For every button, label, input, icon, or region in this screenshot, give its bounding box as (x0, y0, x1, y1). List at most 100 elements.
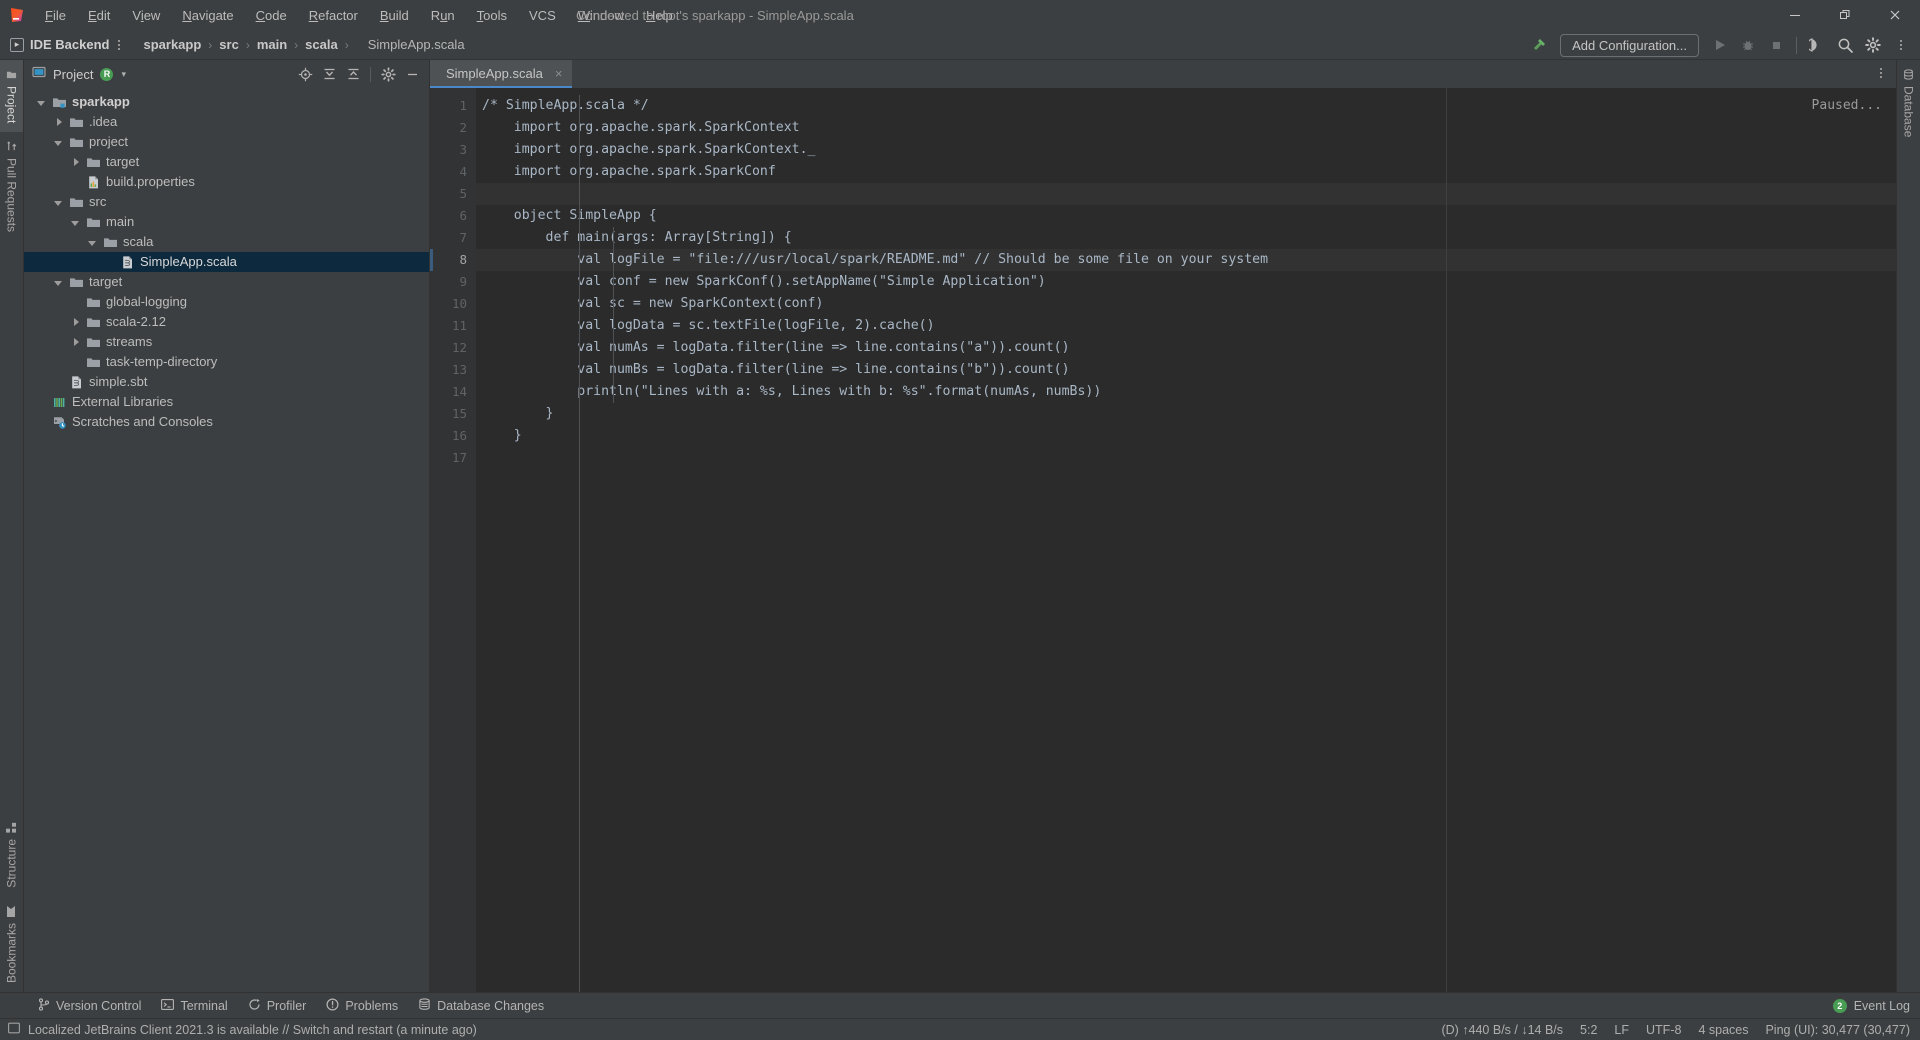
breadcrumb-item-main[interactable]: main (253, 35, 291, 54)
code-line[interactable]: import org.apache.spark.SparkContext._ (476, 139, 1896, 161)
tool-window-version-control[interactable]: Version Control (28, 995, 151, 1017)
code-line[interactable]: } (476, 425, 1896, 447)
chevron-down-icon[interactable] (66, 218, 84, 226)
editor-gutter[interactable]: 1 2 3 4 5 6 7 8 9 10 11 12 13 14 15 16 17 (430, 88, 476, 992)
editor-tab-simpleapp[interactable]: SimpleApp.scala × (430, 60, 573, 88)
menu-item-vcs[interactable]: VCS (518, 4, 567, 27)
chevron-down-icon[interactable] (49, 198, 67, 206)
tool-window-terminal[interactable]: Terminal (151, 995, 237, 1017)
settings-gear-icon[interactable] (1860, 32, 1886, 58)
caret-position-widget[interactable]: 5:2 (1580, 1023, 1597, 1037)
code-line[interactable] (476, 447, 1896, 469)
run-with-coverage-icon[interactable] (1804, 32, 1830, 58)
menu-item-code[interactable]: Code (245, 4, 298, 27)
tree-node-main[interactable]: main (24, 212, 429, 232)
menu-item-view[interactable]: View (121, 4, 171, 27)
stop-icon[interactable] (1763, 32, 1789, 58)
sidebar-item-bookmarks[interactable]: Bookmarks (0, 897, 23, 992)
code-line[interactable]: val logFile = "file:///usr/local/spark/R… (476, 249, 1896, 271)
chevron-down-icon[interactable] (83, 238, 101, 246)
code-line[interactable]: val conf = new SparkConf().setAppName("S… (476, 271, 1896, 293)
code-line[interactable] (476, 183, 1896, 205)
tree-node-idea[interactable]: .idea (24, 112, 429, 132)
tree-node-scala-2-12[interactable]: scala-2.12 (24, 312, 429, 332)
tree-node-build-properties[interactable]: build.properties (24, 172, 429, 192)
debug-icon[interactable] (1735, 32, 1761, 58)
tree-node-scala[interactable]: scala (24, 232, 429, 252)
tree-node-src[interactable]: src (24, 192, 429, 212)
sidebar-item-database[interactable]: Database (1898, 60, 1920, 146)
tree-node-scratches-and-consoles[interactable]: Scratches and Consoles (24, 412, 429, 432)
run-icon[interactable] (1707, 32, 1733, 58)
project-tree[interactable]: sparkapp .idea project target build.properti… (24, 88, 429, 992)
settings-gear-icon[interactable] (377, 63, 399, 85)
breadcrumb-item-src[interactable]: src (215, 35, 243, 54)
network-speed-widget[interactable]: (D) ↑440 B/s / ↓14 B/s (1441, 1023, 1563, 1037)
minimize-button[interactable] (1770, 0, 1820, 30)
menu-item-navigate[interactable]: Navigate (171, 4, 244, 27)
expand-all-icon[interactable] (318, 63, 340, 85)
tool-window-database-changes[interactable]: Database Changes (408, 995, 554, 1017)
locate-target-icon[interactable] (294, 63, 316, 85)
code-line[interactable]: } (476, 403, 1896, 425)
collapse-all-icon[interactable] (342, 63, 364, 85)
close-button[interactable] (1870, 0, 1920, 30)
chevron-down-icon[interactable] (49, 138, 67, 146)
menu-item-edit[interactable]: Edit (77, 4, 121, 27)
maximize-button[interactable] (1820, 0, 1870, 30)
status-message-area[interactable]: Localized JetBrains Client 2021.3 is ava… (8, 1022, 477, 1037)
code-line[interactable]: import org.apache.spark.SparkConf (476, 161, 1896, 183)
build-hammer-icon[interactable] (1526, 32, 1552, 58)
tree-node-global-logging[interactable]: global-logging (24, 292, 429, 312)
indent-widget[interactable]: 4 spaces (1698, 1023, 1748, 1037)
chevron-right-icon[interactable] (66, 158, 84, 166)
chevron-down-icon[interactable] (49, 278, 67, 286)
code-line[interactable]: object SimpleApp { (476, 205, 1896, 227)
menu-item-tools[interactable]: Tools (466, 4, 518, 27)
sidebar-item-structure[interactable]: Structure (0, 814, 23, 897)
backend-more-icon[interactable] (109, 39, 129, 50)
chevron-down-icon[interactable] (32, 98, 50, 106)
menu-item-build[interactable]: Build (369, 4, 420, 27)
tree-node-streams[interactable]: streams (24, 332, 429, 352)
encoding-widget[interactable]: UTF-8 (1646, 1023, 1681, 1037)
tree-node-external-libraries[interactable]: External Libraries (24, 392, 429, 412)
code-line[interactable]: def main(args: Array[String]) { (476, 227, 1896, 249)
close-icon[interactable]: × (555, 67, 563, 80)
tree-node-sparkapp[interactable]: sparkapp (24, 92, 429, 112)
code-line[interactable]: val logData = sc.textFile(logFile, 2).ca… (476, 315, 1896, 337)
tree-node-target[interactable]: target (24, 152, 429, 172)
code-line[interactable]: println("Lines with a: %s, Lines with b:… (476, 381, 1896, 403)
menu-item-refactor[interactable]: Refactor (298, 4, 369, 27)
chevron-down-icon[interactable]: ▾ (121, 69, 126, 80)
code-line[interactable]: import org.apache.spark.SparkContext (476, 117, 1896, 139)
ping-widget[interactable]: Ping (UI): 30,477 (30,477) (1765, 1023, 1910, 1037)
chevron-right-icon[interactable] (49, 118, 67, 126)
breadcrumb-item-file[interactable]: SimpleApp.scala (364, 35, 469, 54)
breadcrumb-item-scala[interactable]: scala (301, 35, 342, 54)
sidebar-item-pull-requests[interactable]: Pull Requests (0, 132, 23, 241)
tool-window-profiler[interactable]: Profiler (238, 995, 317, 1017)
code-line[interactable]: val sc = new SparkContext(conf) (476, 293, 1896, 315)
chevron-right-icon[interactable] (66, 338, 84, 346)
sidebar-item-project[interactable]: Project (0, 60, 23, 133)
code-line[interactable]: val numBs = logData.filter(line => line.… (476, 359, 1896, 381)
tree-node-simple-sbt[interactable]: simple.sbt (24, 372, 429, 392)
code-editor[interactable]: /* SimpleApp.scala */ import org.apache.… (476, 88, 1896, 992)
menu-item-file[interactable]: File (34, 4, 77, 27)
add-configuration-button[interactable]: Add Configuration... (1560, 33, 1699, 57)
tree-node-target[interactable]: target (24, 272, 429, 292)
tree-node-task-temp-directory[interactable]: task-temp-directory (24, 352, 429, 372)
code-line[interactable]: /* SimpleApp.scala */ (476, 95, 1896, 117)
chevron-right-icon[interactable] (66, 318, 84, 326)
search-icon[interactable] (1832, 32, 1858, 58)
ide-backend-chip[interactable]: ▸ IDE Backend (0, 37, 109, 52)
line-separator-widget[interactable]: LF (1614, 1023, 1629, 1037)
tree-node-simpleapp-scala[interactable]: SimpleApp.scala (24, 252, 429, 272)
more-vertical-icon[interactable] (1888, 32, 1914, 58)
more-vertical-icon[interactable] (1870, 62, 1892, 84)
tree-node-project[interactable]: project (24, 132, 429, 152)
tool-window-problems[interactable]: Problems (316, 995, 408, 1017)
event-log-area[interactable]: 2 Event Log (1832, 998, 1910, 1013)
breadcrumb-item-sparkapp[interactable]: sparkapp (139, 35, 205, 54)
